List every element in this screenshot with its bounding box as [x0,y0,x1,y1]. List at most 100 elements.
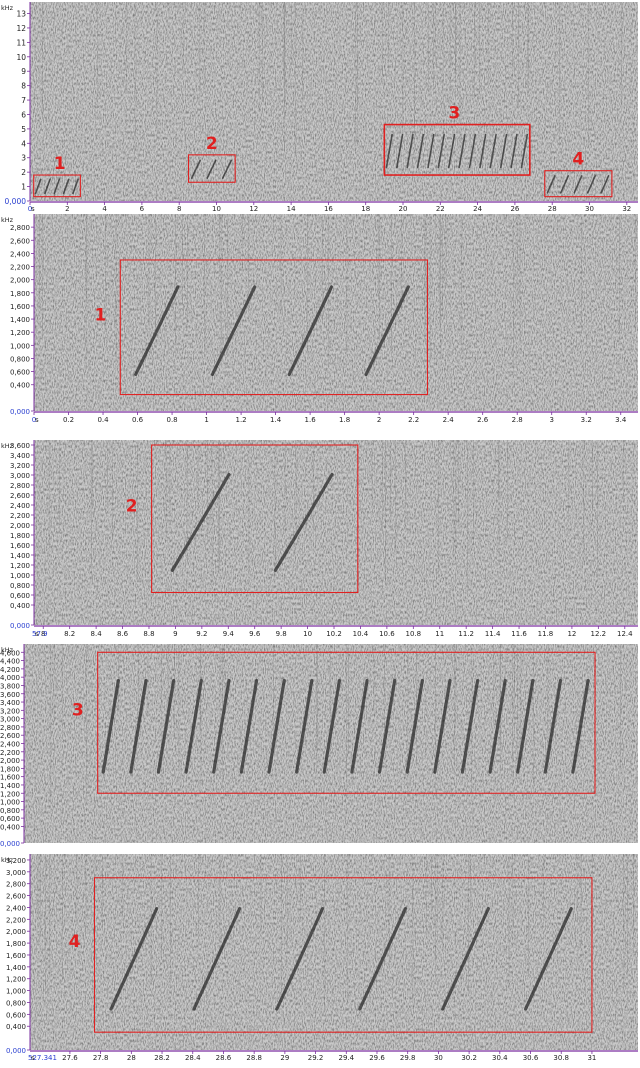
y-tick-label: 4,200 [0,666,20,674]
x-axis-title: s [31,1054,35,1062]
x-tick-label: 26 [510,205,519,213]
y-tick-label: 1,000 [0,799,20,807]
y-tick-label: 2,600 [10,492,30,500]
y-tick-label: 1,400 [6,964,26,972]
x-tick-label: 18 [361,205,370,213]
x-tick-label: 2.4 [443,416,455,424]
x-tick-label: 29.6 [369,1054,385,1062]
x-tick-label: 11.8 [538,630,554,638]
x-tick-label: 28 [127,1054,136,1062]
x-tick-label: 12 [249,205,258,213]
x-tick-label: 9.4 [223,630,235,638]
y-tick-label: 1,800 [0,765,20,773]
y-tick-label: 2,600 [6,893,26,901]
y-tick-label: 12 [16,24,26,33]
x-tick-label: 30 [585,205,594,213]
x-tick-label: 3.4 [615,416,627,424]
y-tick-label: 3 [21,154,26,163]
y-tick-label: 2,800 [10,482,30,490]
y-tick-label: 7 [21,96,26,105]
y-tick-label: 2,400 [0,741,20,749]
annotation-label-2: 2 [206,134,218,154]
y-tick-label: 0,800 [10,355,30,363]
y-tick-label: 2,200 [6,916,26,924]
spectrogram-figure: 0,000 1 2 3 4 5 6 7 8 9 10 11 12 13 kHz 0 2 4 6 8 10 12 14 16 18… [0,0,640,1064]
spectrogram-texture [34,214,638,411]
x-tick-label: 2.6 [477,416,489,424]
x-tick-label: 24 [473,205,482,213]
y-tick-label: 0,600 [0,815,20,823]
x-axis-title: s [35,416,39,424]
x-tick-label: 1.2 [236,416,247,424]
y-axis-title: kHz [1,856,14,864]
x-tick-label: 9.6 [249,630,261,638]
x-tick-label: 1.4 [270,416,282,424]
x-tick-label: 4 [102,205,107,213]
x-tick-label: 27.6 [62,1054,78,1062]
y-tick-label: 1,400 [10,316,30,324]
x-tick-label: 28.6 [216,1054,232,1062]
y-axis-title: kHz [1,646,14,654]
spectrogram-panel-2: 0,000 0,400 0,600 0,800 1,000 1,200 1,400 1,600… [1,214,638,424]
y-tick-label: 1,600 [10,303,30,311]
x-tick-label: 30 [434,1054,443,1062]
y-tick-label: 0,400 [0,823,20,831]
y-tick-label: 0,000 [10,408,30,416]
x-tick-label: 3.2 [581,416,592,424]
y-tick-label: 1,200 [10,562,30,570]
x-tick-label: 0.4 [97,416,109,424]
y-tick-label: 0,400 [6,1023,26,1031]
y-tick-label: 0,000 [10,622,30,630]
y-tick-label: 10 [16,53,26,62]
y-tick-label: 11 [16,38,26,47]
x-tick-label: 10.2 [326,630,342,638]
y-tick-label: 2,800 [0,724,20,732]
y-tick-label: 0,800 [10,582,30,590]
x-tick-label: 8.8 [143,630,154,638]
x-tick-label: 12 [567,630,576,638]
x-tick-label: 1 [204,416,208,424]
y-tick-label: 2,000 [0,757,20,765]
spectrogram-texture [34,440,638,625]
x-tick-label: 10 [303,630,312,638]
x-tick-label: 14 [287,205,296,213]
x-tick-label: 9.2 [196,630,207,638]
x-tick-label: 0.8 [166,416,177,424]
y-tick-label: 0,400 [10,382,30,390]
y-tick-label: 3,400 [10,452,30,460]
y-tick-label: 4 [21,139,26,148]
x-tick-label: 11.6 [511,630,527,638]
x-tick-label: 9.8 [276,630,287,638]
y-tick-label: 2,200 [10,264,30,272]
spectrogram-texture [24,644,638,843]
y-tick-label: 1,600 [6,952,26,960]
y-tick-label: 1,200 [0,790,20,798]
x-tick-label: 2 [377,416,381,424]
y-tick-label: 1,600 [10,542,30,550]
x-tick-label: 12.2 [591,630,607,638]
x-tick-label: 10 [212,205,221,213]
y-tick-label: 2,200 [10,512,30,520]
y-tick-label: 1,400 [10,552,30,560]
spectrogram-panel-1: 0,00012345678910111213kHz0 2 4 6 8 10 12 14 16 18… [1,2,638,213]
x-tick-label: 0.2 [63,416,74,424]
y-tick-label: 9 [21,67,26,76]
spectrogram-panel-5: 0,000 0,400 0,600 0,800 1,000 1,200 1,400 1,600… [1,854,638,1062]
y-tick-label: 1,800 [10,290,30,298]
x-tick-label: 9 [173,630,177,638]
spectrogram-panel-4: 0,000 0,4000,6000,8001,0001,2001,4001,600… [0,644,638,848]
y-tick-label: 5 [21,125,26,134]
x-tick-label: 28.2 [154,1054,170,1062]
y-tick-label: 3,600 [0,691,20,699]
y-tick-label: 0,600 [6,1011,26,1019]
annotation-label-2: 2 [126,496,138,516]
y-tick-label: 1,800 [10,532,30,540]
x-tick-label: 22 [436,205,445,213]
x-tick-label: 16 [324,205,333,213]
x-tick-label: 29 [280,1054,289,1062]
x-tick-label: 2 [65,205,69,213]
x-tick-label: 11.4 [485,630,501,638]
x-tick-label: 32 [622,205,631,213]
y-tick-label: 1,000 [10,572,30,580]
y-tick-label: 0,400 [10,602,30,610]
